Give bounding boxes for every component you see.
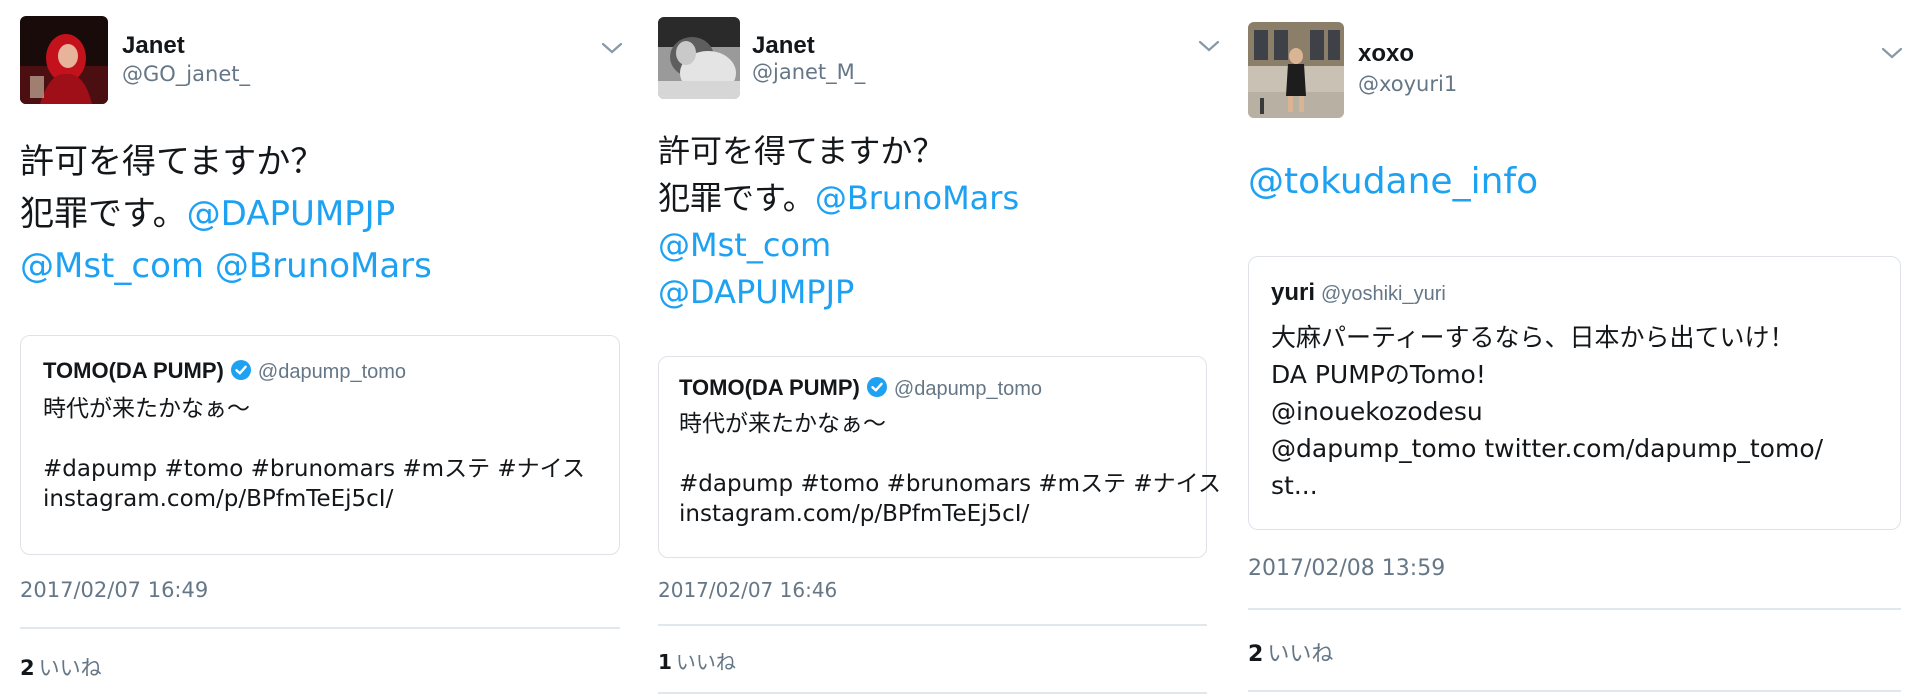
quoted-text-line: 大麻パーティーするなら、日本から出ていけ！ [1271,323,1795,352]
tweet-text: 許可を得てますか？ 犯罪です。@DAPUMPJP @Mst_com @Bruno… [20,136,432,292]
display-name[interactable]: xoxo [1358,40,1414,68]
display-name[interactable]: Janet [752,32,815,60]
tweet-text-line: 許可を得てますか？ [658,132,945,170]
quoted-author-name: yuri [1271,279,1316,306]
mention-link[interactable]: @BrunoMars [215,246,432,286]
mention-link[interactable]: @Mst_com [20,246,204,286]
like-count-label: いいね [1267,642,1334,667]
quoted-author-name: TOMO(DA PUMP) [679,375,860,400]
chevron-down-icon[interactable] [600,40,624,56]
quoted-tweet[interactable]: yuri @yoshiki_yuri 大麻パーティーするなら、日本から出ていけ！ … [1248,256,1901,530]
mention-link[interactable]: @tokudane_info [1248,161,1538,202]
like-count-number: 1 [658,650,672,674]
quoted-handle: @dapump_tomo [893,378,1043,400]
tweet-text-line: 犯罪です。@BrunoMars [658,175,1019,222]
like-count[interactable]: 2 いいね [1248,636,1333,668]
divider [1248,690,1901,692]
quoted-tweet[interactable]: TOMO(DA PUMP) @dapump_tomo 時代が来たかなぁ〜 #dap… [20,335,620,555]
like-count-number: 2 [20,656,35,680]
quoted-text-line [43,424,585,454]
quoted-text-line: instagram.com/p/BPfmTeEj5cI/ [679,501,1030,527]
mention-link[interactable]: @BrunoMars [815,179,1019,217]
tweet-text-fragment: 犯罪です。 [20,194,187,234]
user-handle[interactable]: @xoyuri1 [1358,72,1457,96]
quoted-text-line: 時代が来たかなぁ〜 [43,396,250,422]
user-handle[interactable]: @janet_M_ [752,60,865,84]
quoted-text-line: #dapump #tomo #brunomars #mステ #ナイス [43,456,585,482]
avatar[interactable] [1248,22,1344,118]
tweet-text-fragment: 犯罪です。 [658,179,815,217]
divider [1248,608,1901,610]
timestamp[interactable]: 2017/02/08 13:59 [1248,556,1445,581]
tweet-text: @tokudane_info [1248,156,1538,208]
divider [658,692,1207,694]
quoted-author-name: TOMO(DA PUMP) [43,358,224,383]
quoted-text: 時代が来たかなぁ〜 #dapump #tomo #brunomars #mステ … [43,394,585,514]
tweet-text-line: 許可を得てますか？ [20,142,325,182]
quoted-author[interactable]: TOMO(DA PUMP) @dapump_tomo [43,358,406,384]
avatar[interactable] [658,17,740,99]
tweet-card: Janet @janet_M_ 許可を得てますか？ 犯罪です。@BrunoMar… [640,0,1245,697]
timestamp[interactable]: 2017/02/07 16:46 [658,578,837,602]
tweet-text-line: @Mst_com @BrunoMars [20,240,432,292]
mention-link[interactable]: @Mst_com [658,226,831,264]
quoted-text-line [679,439,1221,469]
quoted-text: 大麻パーティーするなら、日本から出ていけ！ DA PUMPのTomo! @ino… [1271,319,1823,504]
verified-badge-icon [866,377,887,397]
mention-link[interactable]: @DAPUMPJP [187,194,396,234]
avatar-image [658,17,740,99]
quoted-author[interactable]: yuri @yoshiki_yuri [1271,279,1446,307]
avatar-image [20,16,108,104]
timestamp[interactable]: 2017/02/07 16:49 [20,578,208,602]
quoted-text-line: instagram.com/p/BPfmTeEj5cI/ [43,486,394,512]
avatar-image [1248,22,1344,118]
tweet-card: xoxo @xoyuri1 @tokudane_info yuri @yoshik… [1245,0,1920,697]
quoted-handle: @dapump_tomo [257,361,407,383]
quoted-tweet[interactable]: TOMO(DA PUMP) @dapump_tomo 時代が来たかなぁ〜 #dap… [658,356,1221,558]
quoted-text-line: @dapump_tomo twitter.com/dapump_tomo/ [1271,434,1824,463]
like-count[interactable]: 1 いいね [658,646,736,675]
like-count-label: いいね [675,650,736,674]
quoted-handle: @yoshiki_yuri [1321,283,1446,305]
quoted-text-line: @inouekozodesu [1271,397,1483,426]
tweet-text-line: 犯罪です。@DAPUMPJP [20,188,432,240]
chevron-down-icon[interactable] [1880,45,1904,61]
like-count[interactable]: 2 いいね [20,652,102,682]
tweet-text-line: @tokudane_info [1248,156,1538,208]
user-handle[interactable]: @GO_janet_ [122,62,250,86]
quoted-text-line: st... [1271,471,1318,500]
quoted-text-line: DA PUMPのTomo! [1271,360,1486,389]
like-count-label: いいね [38,656,102,680]
tweet-text-line: @Mst_com [658,222,1019,269]
display-name[interactable]: Janet [122,32,185,60]
quoted-text-line: 時代が来たかなぁ〜 [679,411,886,437]
tweet-text: 許可を得てますか？ 犯罪です。@BrunoMars @Mst_com @DAPU… [658,128,1019,316]
quoted-author[interactable]: TOMO(DA PUMP) @dapump_tomo [679,375,1042,401]
avatar[interactable] [20,16,108,104]
verified-badge-icon [230,360,251,380]
quoted-text-line: #dapump #tomo #brunomars #mステ #ナイス [679,471,1221,497]
like-count-number: 2 [1248,642,1264,667]
quoted-text: 時代が来たかなぁ〜 #dapump #tomo #brunomars #mステ … [679,409,1221,529]
tweet-text-line: @DAPUMPJP [658,269,1019,316]
tweet-card: Janet @GO_janet_ 許可を得てますか？ 犯罪です。@DAPUMPJ… [0,0,640,697]
chevron-down-icon[interactable] [1197,38,1221,54]
divider [658,624,1207,626]
divider [20,627,620,629]
mention-link[interactable]: @DAPUMPJP [658,273,854,311]
